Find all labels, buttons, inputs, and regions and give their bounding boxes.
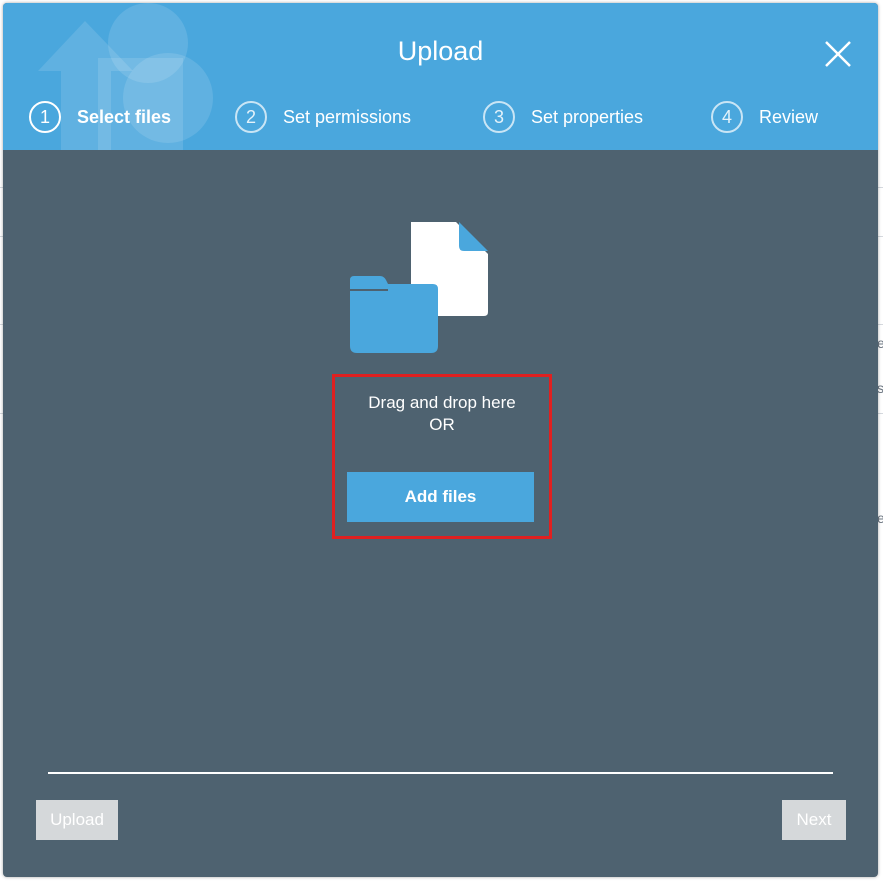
upload-button[interactable]: Upload [36,800,118,840]
upload-dialog: Upload 1 Select files 2 Set permissions … [3,3,878,877]
step-number: 1 [29,101,61,133]
step-set-properties[interactable]: 3 Set properties [483,101,643,133]
add-files-button[interactable]: Add files [347,472,534,522]
dialog-header: Upload 1 Select files 2 Set permissions … [3,3,878,150]
step-label: Select files [77,106,172,127]
or-label: OR [429,415,455,434]
step-set-permissions[interactable]: 2 Set permissions [235,101,411,133]
step-number: 3 [483,101,515,133]
step-number: 4 [711,101,743,133]
step-label: Set properties [531,106,644,127]
drag-drop-label: Drag and drop here [368,393,516,412]
step-select-files[interactable]: 1 Select files [29,101,171,133]
dialog-title: Upload [397,36,484,66]
next-button[interactable]: Next [782,800,846,840]
step-number: 2 [235,101,267,133]
step-label: Set permissions [283,106,412,127]
drop-zone-text: Drag and drop here OR [335,392,549,436]
folder-and-file-icon [350,222,488,353]
footer-divider [48,772,833,774]
drop-zone[interactable]: Drag and drop here OR Add files [332,374,552,539]
step-label: Review [759,106,819,127]
step-review[interactable]: 4 Review [711,101,818,133]
close-icon[interactable] [821,37,855,71]
